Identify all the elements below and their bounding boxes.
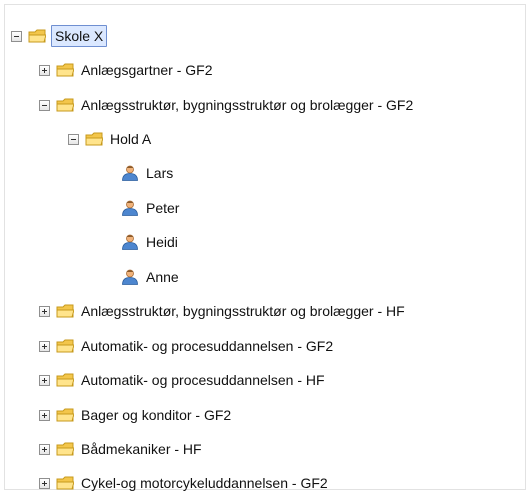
tree-node-label[interactable]: Anne [144,267,181,287]
tree-node-anlaegsgartner-gf2[interactable]: Anlægsgartner - GF2 [39,59,215,81]
tree-node-anlaegsstruktoer-gf2[interactable]: Anlægsstruktør, bygningsstruktør og brol… [39,94,415,116]
tree-node-user-lars[interactable]: Lars [121,162,175,184]
folder-icon [56,339,74,353]
tree-node-root[interactable]: Skole X [11,25,108,47]
tree-node-label[interactable]: Anlægsstruktør, bygningsstruktør og brol… [79,95,415,115]
folder-icon [28,29,46,43]
tree-node-cykel-gf2[interactable]: Cykel-og motorcykeluddannelsen - GF2 [39,472,330,494]
user-icon [122,269,138,285]
folder-icon [56,373,74,387]
tree-view[interactable]: Skole X Anlægsgartner - GF2 Anlægsstrukt… [4,4,526,491]
tree-node-label[interactable]: Automatik- og procesuddannelsen - HF [79,370,327,390]
tree-node-baadmekaniker-hf[interactable]: Bådmekaniker - HF [39,438,204,460]
tree-node-label[interactable]: Bådmekaniker - HF [79,439,204,459]
expand-toggle[interactable] [39,477,50,489]
tree-node-label[interactable]: Peter [144,198,181,218]
tree-node-user-heidi[interactable]: Heidi [121,231,180,253]
tree-node-label[interactable]: Hold A [108,129,153,149]
tree-node-label[interactable]: Automatik- og procesuddannelsen - GF2 [79,336,335,356]
collapse-toggle[interactable] [39,99,50,111]
tree-node-label[interactable]: Skole X [51,25,108,47]
collapse-toggle[interactable] [68,133,79,145]
tree-node-label[interactable]: Heidi [144,232,180,252]
folder-icon [56,98,74,112]
tree-node-label[interactable]: Lars [144,163,175,183]
folder-icon [56,476,74,490]
tree-node-user-peter[interactable]: Peter [121,197,181,219]
folder-icon [85,132,103,146]
user-icon [122,165,138,181]
expand-toggle[interactable] [39,409,50,421]
tree-node-bager-gf2[interactable]: Bager og konditor - GF2 [39,404,233,426]
tree-node-automatik-gf2[interactable]: Automatik- og procesuddannelsen - GF2 [39,335,335,357]
expand-toggle[interactable] [39,64,50,76]
user-icon [122,200,138,216]
tree-node-anlaegsstruktoer-hf[interactable]: Anlægsstruktør, bygningsstruktør og brol… [39,300,407,322]
expand-toggle[interactable] [39,340,50,352]
tree-node-label[interactable]: Anlægsstruktør, bygningsstruktør og brol… [79,301,407,321]
folder-icon [56,63,74,77]
folder-icon [56,304,74,318]
expand-toggle[interactable] [39,374,50,386]
collapse-toggle[interactable] [11,30,22,42]
expand-toggle[interactable] [39,305,50,317]
tree-node-label[interactable]: Cykel-og motorcykeluddannelsen - GF2 [79,473,330,493]
folder-icon [56,442,74,456]
tree-node-automatik-hf[interactable]: Automatik- og procesuddannelsen - HF [39,369,327,391]
tree-node-label[interactable]: Anlægsgartner - GF2 [79,60,215,80]
user-icon [122,234,138,250]
tree-node-label[interactable]: Bager og konditor - GF2 [79,405,233,425]
tree-node-hold-a[interactable]: Hold A [68,128,153,150]
tree-node-user-anne[interactable]: Anne [121,266,181,288]
folder-icon [56,408,74,422]
expand-toggle[interactable] [39,443,50,455]
